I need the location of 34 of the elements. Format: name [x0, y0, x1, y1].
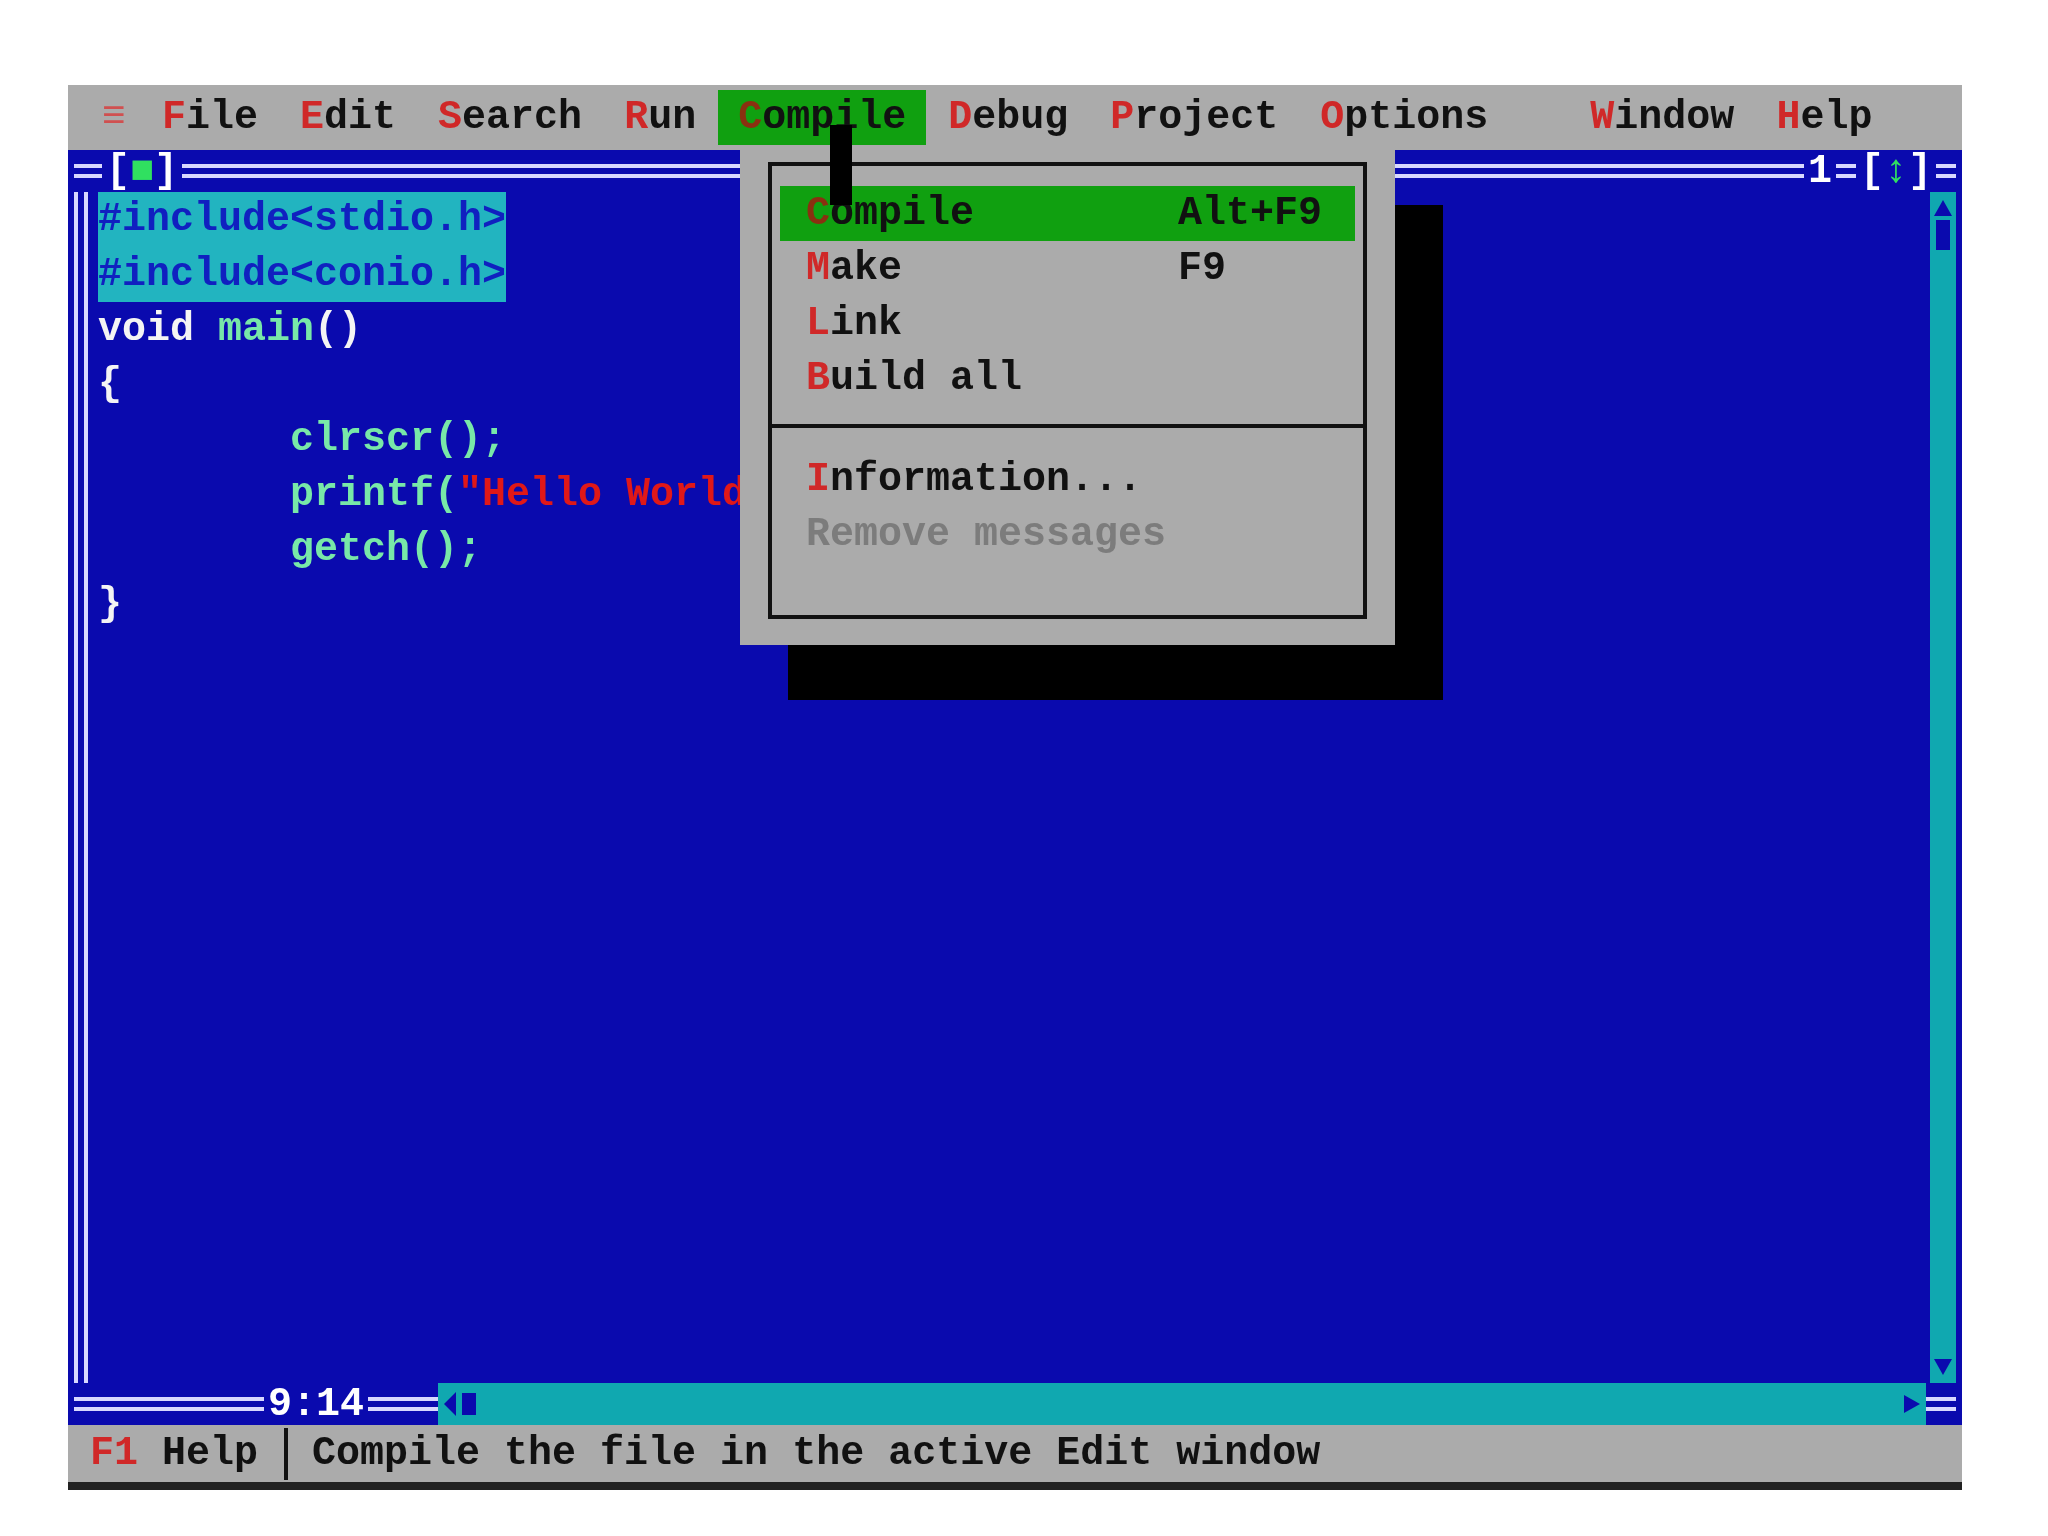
menu-option[interactable]: Build all	[780, 351, 1355, 406]
menu-item[interactable]: Options	[1300, 90, 1509, 145]
menu-item[interactable]: Window	[1570, 90, 1755, 145]
close-box[interactable]: [■]	[102, 148, 183, 194]
menu-item[interactable]: Debug	[928, 90, 1089, 145]
menu-item[interactable]: File	[142, 90, 279, 145]
window-frame-line	[1926, 1397, 1956, 1411]
menu-item[interactable]: Search	[418, 90, 603, 145]
menu-item[interactable]: Edit	[280, 90, 417, 145]
scroll-thumb-icon[interactable]	[1936, 220, 1950, 250]
zoom-box[interactable]: [↕]	[1855, 148, 1936, 194]
cursor-position: 9:14	[267, 1381, 365, 1427]
code-line: void main()	[98, 306, 363, 354]
menu-item[interactable]: Compile	[718, 90, 927, 145]
status-message: Compile the file in the active Edit window	[312, 1431, 1321, 1476]
scroll-right-icon[interactable]	[1902, 1393, 1922, 1415]
code-line: {	[98, 361, 122, 409]
code-line: }	[98, 581, 122, 629]
code-line: clrscr();	[289, 416, 507, 464]
window-number: 1	[1806, 148, 1833, 194]
code-line: getch();	[289, 526, 483, 574]
menu-item[interactable]: Help	[1756, 90, 1893, 145]
menu-option[interactable]: Information...	[780, 452, 1355, 507]
window-frame-line	[1936, 164, 1956, 178]
vertical-scrollbar[interactable]	[1930, 192, 1956, 1383]
menu-option[interactable]: Compile Alt+F9	[780, 186, 1355, 241]
menu-item[interactable]: Project	[1090, 90, 1299, 145]
menu-item[interactable]: Run	[604, 90, 717, 145]
window-frame-line	[1835, 164, 1856, 178]
help-label: Help	[161, 1431, 259, 1476]
window-frame-line	[74, 164, 102, 178]
menu-option[interactable]: Link	[780, 296, 1355, 351]
horizontal-scrollbar[interactable]	[438, 1383, 1926, 1425]
menu-option[interactable]: Make F9	[780, 241, 1355, 296]
